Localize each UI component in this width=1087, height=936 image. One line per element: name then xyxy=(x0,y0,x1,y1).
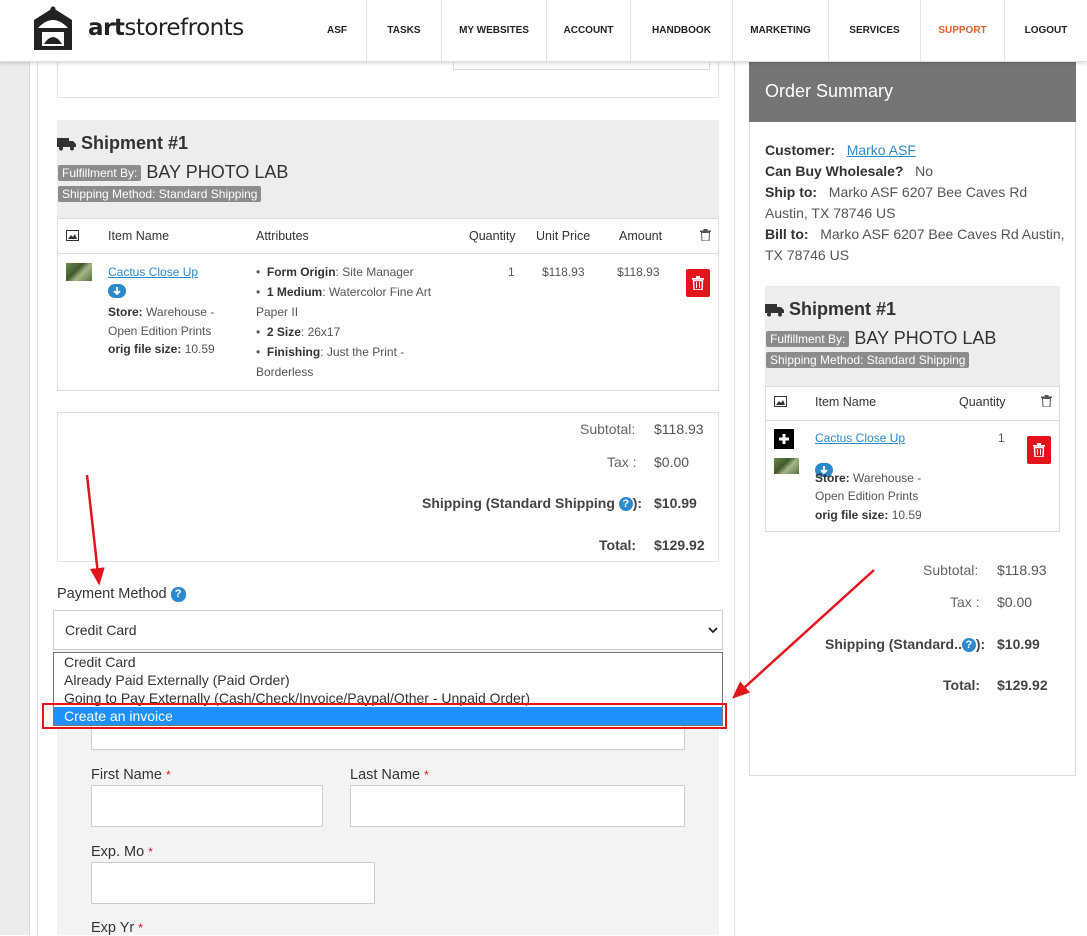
top-navigation-bar: artstorefronts ASF TASKS MY WEBSITES ACC… xyxy=(0,0,1087,62)
nav-asf[interactable]: ASF xyxy=(308,0,366,61)
arrow-to-create-invoice xyxy=(732,569,875,699)
arrow-to-payment-method xyxy=(85,474,105,586)
nav-marketing[interactable]: MARKETING xyxy=(732,0,828,61)
artstorefronts-logo-icon[interactable] xyxy=(28,6,78,52)
brand-name[interactable]: artstorefronts xyxy=(88,15,244,41)
nav-my-websites[interactable]: MY WEBSITES xyxy=(441,0,546,61)
main-menu: ASF TASKS MY WEBSITES ACCOUNT HANDBOOK M… xyxy=(308,0,1087,61)
nav-handbook[interactable]: HANDBOOK xyxy=(630,0,732,61)
nav-account[interactable]: ACCOUNT xyxy=(546,0,630,61)
nav-support[interactable]: SUPPORT xyxy=(920,0,1004,61)
nav-logout[interactable]: LOGOUT xyxy=(1004,0,1087,61)
nav-services[interactable]: SERVICES xyxy=(828,0,920,61)
annotation-arrows xyxy=(85,474,875,699)
nav-tasks[interactable]: TASKS xyxy=(366,0,441,61)
